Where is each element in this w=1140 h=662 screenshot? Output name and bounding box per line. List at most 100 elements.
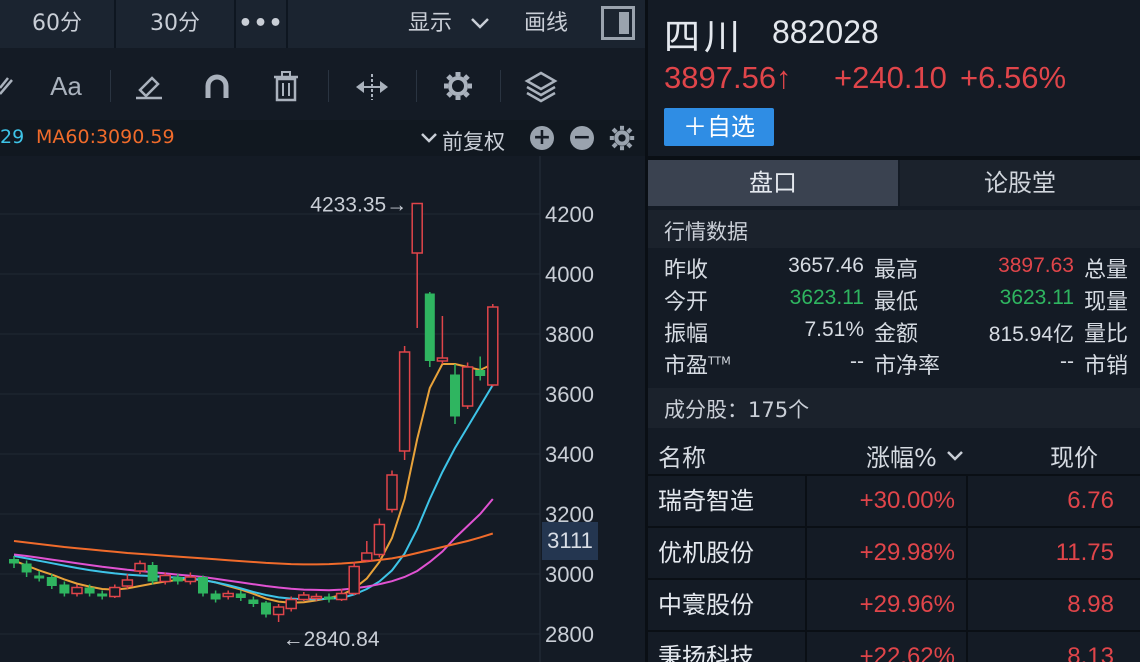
- table-row[interactable]: 中寰股份 +29.96% 8.98: [648, 578, 1140, 630]
- eraser-icon[interactable]: [134, 72, 164, 100]
- candle-body: [475, 370, 486, 376]
- candle-body: [261, 602, 271, 615]
- candle-body: [298, 594, 310, 601]
- y-tick-label: 4200: [545, 202, 594, 227]
- pe-ttm-superscript: TTM: [708, 354, 731, 368]
- candle-body: [222, 592, 234, 598]
- divider: [328, 70, 329, 102]
- candle-body: [487, 306, 499, 386]
- layers-icon[interactable]: [524, 70, 558, 104]
- adjust-mode-button[interactable]: 前复权: [442, 126, 505, 156]
- current-volume-label: 现量: [1084, 290, 1129, 315]
- constituents-header: 成分股：175个: [648, 388, 1140, 428]
- pb-value: --: [1060, 350, 1074, 373]
- candlestick-chart[interactable]: 42004000380036003400320030002800 4233.35…: [0, 156, 645, 662]
- add-to-watchlist-button[interactable]: ＋自选: [664, 108, 774, 146]
- zoom-out-icon[interactable]: −: [570, 126, 594, 150]
- divider: [416, 70, 417, 102]
- candle-body: [386, 474, 398, 511]
- stock-change-percent: +6.56%: [960, 60, 1067, 95]
- tab-lungutang[interactable]: 论股堂: [900, 160, 1140, 206]
- y-tick-label: 3400: [545, 442, 594, 467]
- candle-body: [121, 579, 134, 587]
- zoom-in-icon[interactable]: +: [530, 126, 554, 150]
- ma-line: [13, 384, 494, 601]
- tab-pankou[interactable]: 盘口: [648, 160, 898, 206]
- high-value: 3897.63: [998, 254, 1074, 277]
- total-volume-label: 总量: [1084, 258, 1129, 283]
- candle-body: [310, 595, 323, 600]
- ma-line: [13, 363, 494, 604]
- candle-body: [21, 563, 32, 573]
- table-row[interactable]: 秉扬科技 +22.62% 8.13: [648, 630, 1140, 662]
- candle-body: [9, 559, 19, 564]
- panel-toggle-icon[interactable]: [601, 6, 635, 40]
- price-cell: 8.98: [1067, 591, 1114, 618]
- low-label: 最低: [874, 290, 919, 315]
- low-price-annotation: ←2840.84: [283, 628, 380, 651]
- candle-body: [84, 587, 95, 594]
- table-row[interactable]: 瑞奇智造 +30.00% 6.76: [648, 474, 1140, 526]
- display-menu-button[interactable]: 显示: [400, 0, 460, 48]
- price-cell: 6.76: [1067, 487, 1114, 514]
- candle-body: [335, 592, 348, 601]
- sort-desc-icon[interactable]: [946, 450, 964, 462]
- constituents-table-header: 名称 涨幅% 现价: [648, 430, 1140, 474]
- period-60min-button[interactable]: 60分: [0, 0, 114, 48]
- candle-body: [436, 357, 449, 362]
- stock-code: 882028: [772, 14, 879, 50]
- candle-body: [348, 565, 360, 595]
- chart-top-bar: 60分 30分 ••• 显示 画线: [0, 0, 645, 48]
- more-periods-button[interactable]: •••: [236, 0, 286, 48]
- stock-name-cell: 优机股份: [658, 539, 754, 567]
- chevron-down-icon[interactable]: [470, 16, 490, 30]
- amplitude-value: 7.51%: [804, 318, 864, 341]
- candle-body: [210, 593, 221, 600]
- open-value: 3623.11: [789, 286, 864, 309]
- stock-name-cell: 秉扬科技: [658, 643, 754, 662]
- ma-value-partial: 29: [0, 126, 25, 148]
- candle-body: [147, 565, 158, 582]
- divider: [286, 0, 288, 48]
- period-30min-button[interactable]: 30分: [116, 0, 234, 48]
- trash-icon[interactable]: [270, 70, 302, 102]
- quote-panel: 四川 882028 3897.56↑ +240.10 +6.56% ＋自选 盘口…: [648, 0, 1140, 662]
- column-name-header[interactable]: 名称: [658, 438, 706, 473]
- prev-close-value: 3657.46: [788, 254, 864, 277]
- draw-line-button[interactable]: 画线: [514, 0, 578, 48]
- section-title: 行情数据: [664, 220, 748, 244]
- candle-body: [34, 575, 45, 579]
- candle-body: [248, 599, 259, 604]
- candle-body: [324, 596, 334, 600]
- text-tool-icon[interactable]: Aa: [44, 60, 88, 112]
- candle-body: [134, 562, 146, 572]
- chevron-down-icon[interactable]: [420, 132, 438, 144]
- candle-body: [184, 576, 197, 583]
- chart-settings-gear-icon[interactable]: [609, 125, 635, 151]
- table-row[interactable]: 优机股份 +29.98% 11.75: [648, 526, 1140, 578]
- candle-body: [424, 293, 435, 361]
- magnet-icon[interactable]: [202, 72, 232, 100]
- candle-body: [450, 374, 460, 417]
- stock-change: +240.10: [834, 60, 947, 95]
- candle-body: [411, 202, 423, 254]
- column-price-header[interactable]: 现价: [1050, 438, 1098, 473]
- low-value: 3623.11: [999, 286, 1074, 309]
- divider: [500, 70, 501, 102]
- current-price-marker: 3111: [542, 522, 598, 560]
- column-pct-header[interactable]: 涨幅%: [866, 438, 937, 473]
- stock-name-cell: 瑞奇智造: [658, 487, 754, 515]
- candle-body: [461, 366, 474, 407]
- candle-body: [159, 574, 171, 583]
- pe-label: 市盈TTM: [664, 354, 731, 379]
- drawing-toolbar: Aa: [0, 60, 645, 112]
- y-tick-label: 3600: [545, 382, 594, 407]
- move-horizontal-icon[interactable]: [354, 74, 390, 100]
- stock-name-cell: 中寰股份: [658, 591, 754, 619]
- gear-icon[interactable]: [442, 70, 474, 102]
- pct-cell: +30.00%: [859, 487, 955, 514]
- pct-cell: +29.96%: [859, 591, 955, 618]
- candle-body: [46, 577, 57, 586]
- amount-value: 815.94亿: [988, 323, 1074, 346]
- line-tool-icon[interactable]: [0, 74, 18, 98]
